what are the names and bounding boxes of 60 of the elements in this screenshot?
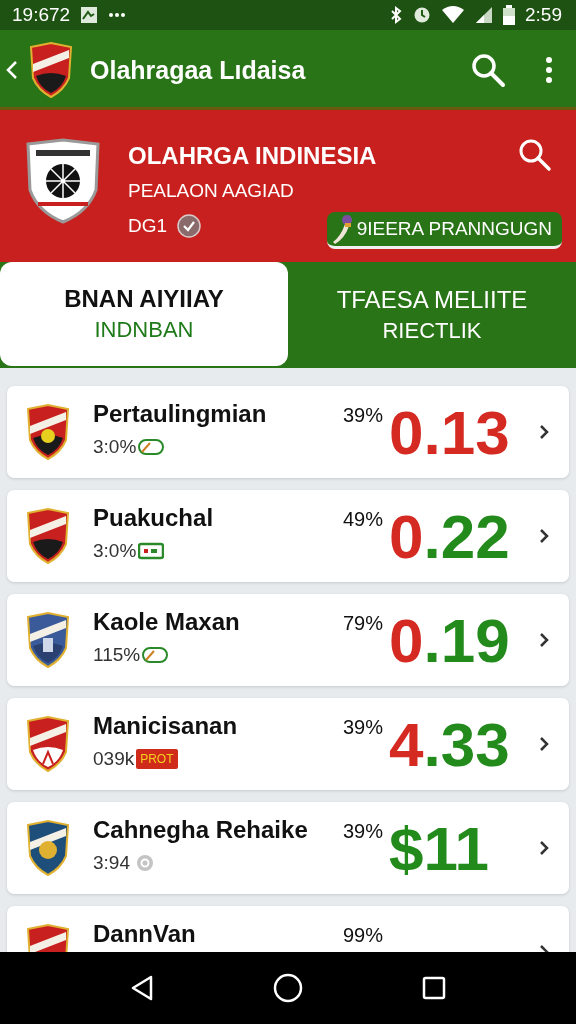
team-name: DannVan [93, 920, 197, 948]
status-clock: 2:59 [525, 4, 562, 26]
search-icon[interactable] [470, 52, 506, 88]
search-icon[interactable] [518, 138, 552, 172]
battery-icon [503, 5, 515, 25]
crest-icon [25, 716, 71, 772]
detail-text: 039k [93, 748, 135, 770]
chevron-icon [539, 424, 549, 440]
more-icon [108, 12, 127, 18]
chevron-icon [539, 528, 549, 544]
team-name: Manicisanan [93, 712, 239, 740]
percent-text: 39% [343, 715, 385, 739]
list-card[interactable]: DannVan 99% [7, 906, 569, 952]
value-text: $11 [389, 812, 491, 884]
team-name: Cahnegha Rehaike [93, 816, 309, 844]
back-icon[interactable] [129, 975, 154, 1001]
percent-text: 99% [343, 923, 385, 947]
chevron-icon [539, 736, 549, 752]
detail-text: 3:0% [93, 436, 137, 458]
crest-icon [28, 42, 74, 98]
tag-label: PROT [136, 749, 178, 769]
club-logo-icon [24, 138, 102, 224]
chevron-icon [539, 632, 549, 648]
chevron-icon [539, 840, 549, 856]
badge-icon [138, 438, 165, 456]
value-text: 4.33 [389, 708, 511, 780]
crest-icon [25, 508, 71, 564]
alarm-icon [413, 6, 431, 24]
team-name: Puakuchal [93, 504, 215, 532]
wifi-icon [441, 6, 465, 24]
more-vert-icon[interactable] [544, 57, 554, 83]
value-text: 0.13 [389, 396, 511, 468]
app-title: Olahragaa Lıdaisa [90, 55, 307, 85]
header-subtitle: PEALAON AAGIAD [128, 180, 295, 202]
detail-text: 3:0% [93, 540, 137, 562]
header-code: DG1 [128, 214, 168, 237]
crest-icon [25, 820, 71, 876]
tab[interactable]: BNAN AIYIIAY INDNBAN [0, 262, 288, 366]
action-button[interactable]: 9IEERA PRANNGUGN [326, 212, 562, 249]
percent-text: 79% [343, 611, 385, 635]
team-name: Pertaulingmian [93, 400, 268, 428]
value-text: 0.22 [389, 500, 511, 572]
header-title: OLAHRGA INDINESIA [128, 142, 377, 170]
team-name: Kaole Maxan [93, 608, 241, 636]
crest-icon [25, 404, 71, 460]
detail-text: 3:94 [93, 852, 130, 874]
percent-text: 49% [343, 507, 385, 531]
detail-text: 115% [93, 644, 141, 666]
image-icon [80, 6, 99, 24]
status-time: 19:672 [12, 4, 71, 26]
signal-icon [475, 6, 493, 24]
recents-icon[interactable] [422, 976, 447, 1000]
crest-icon [25, 612, 71, 668]
value-text: 0.19 [389, 604, 511, 676]
percent-text: 39% [343, 403, 385, 427]
percent-text: 39% [343, 819, 385, 843]
badge-icon [142, 646, 169, 664]
badge-icon [138, 542, 165, 560]
bluetooth-icon [389, 6, 403, 24]
home-icon[interactable] [273, 973, 303, 1003]
